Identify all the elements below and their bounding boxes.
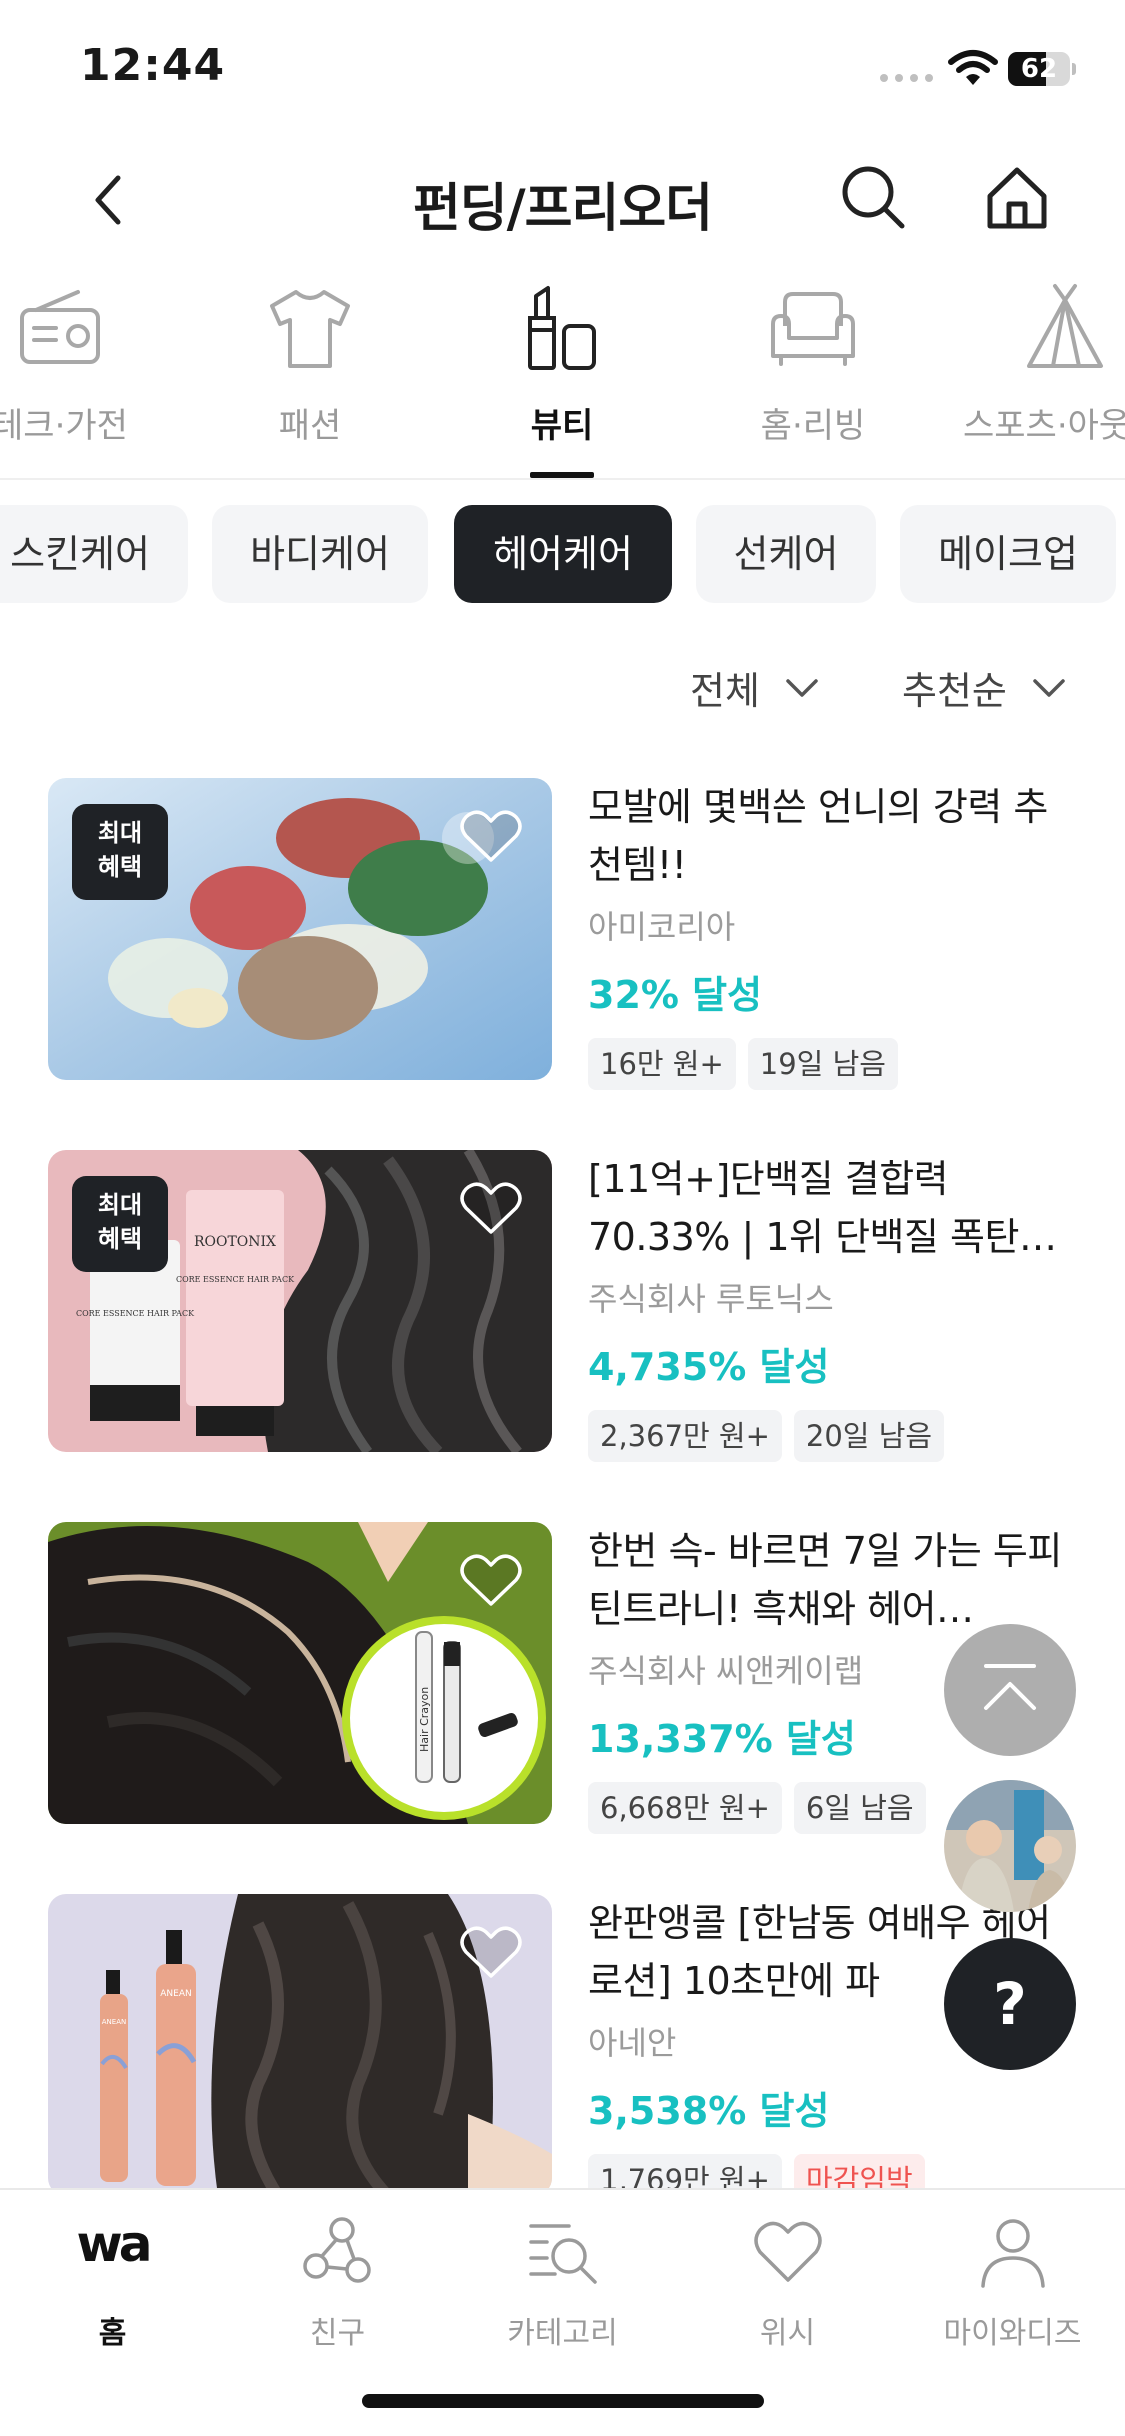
page-title: 펀딩/프리오더 — [412, 179, 713, 239]
sofa-icon — [771, 292, 855, 366]
days-left-tag: 19일 남음 — [747, 1038, 898, 1090]
wish-heart-icon[interactable] — [458, 1922, 524, 1982]
achievement-rate: 4,735% 달성 — [588, 1345, 830, 1389]
avatar — [944, 1780, 1076, 1912]
nav-my-wadiz[interactable]: 마이와디즈 — [900, 2214, 1125, 2354]
nav-label: 카테고리 — [507, 2316, 618, 2351]
product-card[interactable]: ANEAN ANEAN 완판앵콜 [한남동 여배우 헤어로션] 10초만에 파 … — [48, 1894, 1078, 2214]
category-search-icon — [528, 2224, 597, 2284]
filter-dropdown[interactable]: 전체 — [690, 660, 822, 715]
subcategory-chips: 스킨케어 바디케어 헤어케어 선케어 메이크업 — [0, 505, 1125, 605]
chip-haircare[interactable]: 헤어케어 — [454, 505, 672, 603]
product-pack-text: CORE ESSENCE HAIR PACK — [76, 1309, 195, 1318]
days-left-tag: 20일 남음 — [793, 1410, 945, 1462]
nav-home[interactable]: wa 홈 — [0, 2214, 225, 2354]
nav-wish[interactable]: 위시 — [675, 2214, 900, 2354]
heart-icon — [753, 2221, 822, 2282]
product-title: [11억+]단백질 결합력 70.33% | 1위 단백질 폭탄… — [588, 1157, 1057, 1259]
product-crayon-text: Hair Crayon — [418, 1687, 431, 1752]
days-left-tag: 6일 남음 — [793, 1782, 926, 1834]
home-icon[interactable] — [982, 162, 1052, 232]
tent-icon — [1027, 284, 1103, 368]
achievement-rate: 32% 달성 — [588, 973, 763, 1017]
nav-label: 홈 — [98, 2316, 127, 2351]
product-info: [11억+]단백질 결합력 70.33% | 1위 단백질 폭탄… 주식회사 루… — [588, 1150, 1068, 1462]
battery-icon: 62 — [1008, 52, 1076, 86]
product-maker: 아미코리아 — [588, 908, 736, 946]
sort-bar: 전체 추천순 — [0, 660, 1125, 720]
product-pack-text: CORE ESSENCE HAIR PACK — [176, 1275, 295, 1284]
benefit-badge: 최대 혜택 — [72, 1176, 168, 1272]
category-label: 스포츠·아웃도 — [963, 406, 1125, 446]
product-tags: 16만 원+ 19일 남음 — [588, 1038, 1068, 1090]
nav-category[interactable]: 카테고리 — [450, 2214, 675, 2354]
signal-dots-icon — [880, 74, 933, 82]
product-brand-text: ANEAN — [160, 1989, 191, 1999]
product-title: 한번 슥- 바르면 7일 가는 두피틴트라니! 흑채와 헤어… — [588, 1529, 1062, 1631]
wifi-icon — [948, 50, 998, 85]
chat-avatar-button[interactable] — [944, 1780, 1076, 1912]
sort-dropdown[interactable]: 추천순 — [902, 660, 1069, 715]
active-tab-indicator — [530, 472, 594, 478]
product-image: ANEAN ANEAN — [48, 1894, 552, 2196]
filter-label: 전체 — [690, 669, 760, 713]
home-indicator — [362, 2394, 764, 2408]
nav-label: 친구 — [309, 2316, 366, 2351]
sort-label: 추천순 — [902, 669, 1007, 713]
category-tab-living[interactable]: 홈·리빙 — [713, 270, 913, 478]
product-image: Hair Crayon — [48, 1522, 552, 1824]
chip-suncare[interactable]: 선케어 — [696, 505, 876, 603]
category-label: 홈·리빙 — [760, 406, 866, 446]
person-icon — [980, 2219, 1045, 2288]
wadiz-logo-icon: wa — [76, 2215, 153, 2273]
chip-bodycare[interactable]: 바디케어 — [212, 505, 428, 603]
product-brand-text: ANEAN — [102, 2018, 126, 2026]
product-tags: 2,367만 원+ 20일 남음 — [588, 1410, 1068, 1462]
amount-tag: 2,367만 원+ — [588, 1410, 782, 1462]
wish-heart-icon[interactable] — [458, 1178, 524, 1238]
lipstick-icon — [528, 286, 596, 370]
category-label: 패션 — [278, 406, 342, 446]
product-card[interactable]: ROOTONIX CORE ESSENCE HAIR PACK CORE ESS… — [48, 1150, 1078, 1470]
search-icon[interactable] — [838, 162, 908, 232]
category-tab-fashion[interactable]: 패션 — [210, 270, 410, 478]
wish-heart-icon[interactable] — [458, 806, 524, 866]
chevron-up-icon — [984, 1664, 1036, 1710]
chip-skincare[interactable]: 스킨케어 — [0, 505, 188, 603]
header: 펀딩/프리오더 — [0, 140, 1125, 260]
status-bar: 12:44 62 — [0, 0, 1125, 130]
chip-makeup[interactable]: 메이크업 — [900, 505, 1116, 603]
nav-label: 위시 — [759, 2316, 816, 2351]
friends-network-icon — [302, 2217, 371, 2283]
category-tab-beauty[interactable]: 뷰티 — [462, 270, 662, 478]
category-tabs: 테크·가전 패션 뷰티 홈·리빙 스포츠·아웃도 — [0, 270, 1125, 480]
product-card[interactable]: 최대 혜택 모발에 몇백쓴 언니의 강력 추천템!! 아미코리아 32% 달성 1… — [48, 778, 1078, 1098]
nav-friends[interactable]: 친구 — [225, 2214, 450, 2354]
chevron-down-icon — [1033, 678, 1065, 697]
help-button[interactable]: ? — [944, 1938, 1076, 2070]
amount-tag: 6,668만 원+ — [588, 1782, 782, 1834]
product-card[interactable]: Hair Crayon 한번 슥- 바르면 7일 가는 두피틴트라니! 흑채와 … — [48, 1522, 1078, 1842]
achievement-rate: 3,538% 달성 — [588, 2089, 830, 2133]
amount-tag: 16만 원+ — [588, 1038, 736, 1090]
product-title: 모발에 몇백쓴 언니의 강력 추천템!! — [588, 785, 1048, 887]
status-time: 12:44 — [80, 40, 226, 91]
category-tab-sports[interactable]: 스포츠·아웃도 — [963, 270, 1125, 478]
product-image: ROOTONIX CORE ESSENCE HAIR PACK CORE ESS… — [48, 1150, 552, 1452]
category-tab-tech[interactable]: 테크·가전 — [0, 270, 160, 478]
radio-icon — [20, 290, 100, 364]
category-label: 뷰티 — [530, 406, 594, 446]
scroll-to-top-button[interactable] — [944, 1624, 1076, 1756]
product-info: 모발에 몇백쓴 언니의 강력 추천템!! 아미코리아 32% 달성 16만 원+… — [588, 778, 1068, 1090]
product-image: 최대 혜택 — [48, 778, 552, 1080]
product-brand-text: ROOTONIX — [194, 1234, 276, 1250]
chevron-down-icon — [786, 678, 818, 697]
product-maker: 주식회사 루토닉스 — [588, 1280, 834, 1318]
battery-level: 62 — [1020, 54, 1058, 84]
nav-label: 마이와디즈 — [943, 2316, 1082, 2351]
wish-heart-icon[interactable] — [458, 1550, 524, 1610]
tshirt-icon — [270, 290, 350, 368]
benefit-badge: 최대 혜택 — [72, 804, 168, 900]
